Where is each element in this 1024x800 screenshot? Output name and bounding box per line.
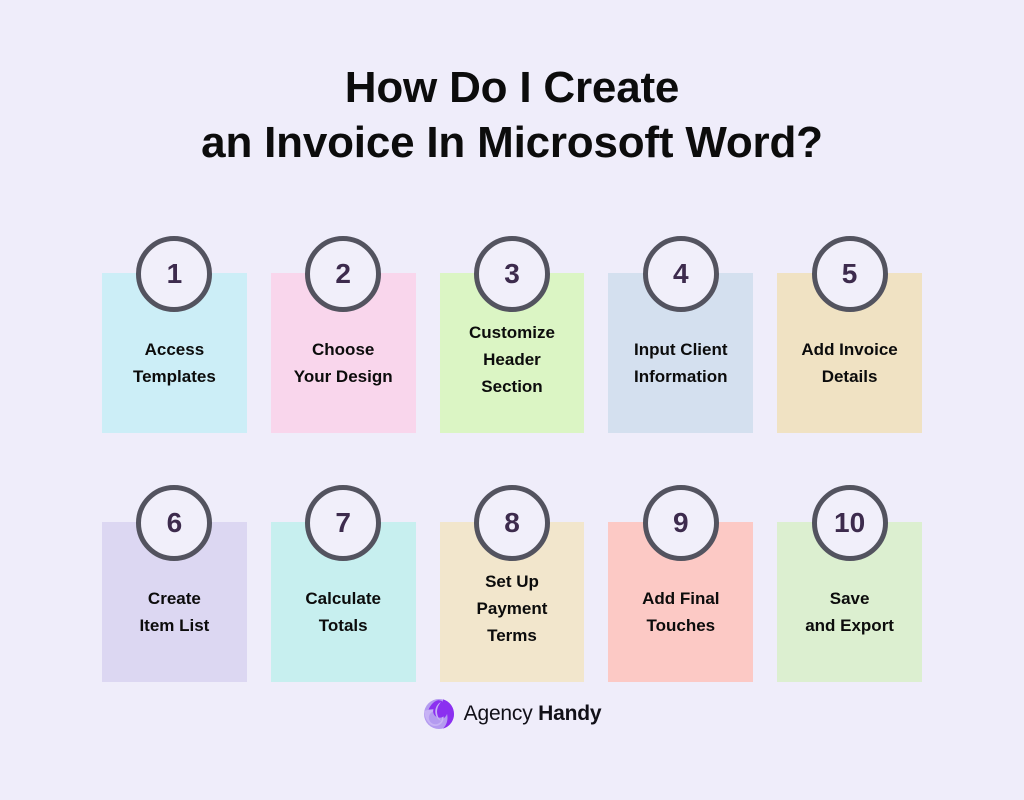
step-label-4: Input Client Information xyxy=(634,340,728,386)
steps-row-2: 6 Create Item List 7 Calculate Totals 8 … xyxy=(102,485,922,682)
step-label-9: Add Final Touches xyxy=(642,589,720,635)
step-label-6: Create Item List xyxy=(139,589,210,635)
step-number-6: 6 xyxy=(166,507,183,538)
step-number-2: 2 xyxy=(335,258,351,289)
step-card-7[interactable]: 7 Calculate Totals xyxy=(270,485,416,682)
step-number-1: 1 xyxy=(166,258,183,289)
step-label-5: Add Invoice Details xyxy=(801,340,898,386)
step-number-4: 4 xyxy=(672,258,689,289)
brand-name-bold: Handy xyxy=(538,702,602,725)
step-badge-3: 3 xyxy=(473,236,550,312)
steps-row-1: 1 Access Templates 2 Choose Your Design … xyxy=(102,236,922,433)
step-badge-8: 8 xyxy=(473,485,550,561)
step-number-10: 10 xyxy=(834,507,866,538)
step-badge-1: 1 xyxy=(136,236,213,312)
step-card-6[interactable]: 6 Create Item List xyxy=(102,485,247,682)
step-badge-6: 6 xyxy=(136,485,213,561)
page-title: How Do I Create an Invoice In Microsoft … xyxy=(0,60,1024,170)
step-card-5[interactable]: 5 Add Invoice Details xyxy=(777,236,922,433)
step-card-9[interactable]: 9 Add Final Touches xyxy=(608,485,754,682)
step-label-8: Set Up Payment Terms xyxy=(476,571,548,645)
step-card-3[interactable]: 3 Customize Header Section xyxy=(439,236,585,433)
step-badge-2: 2 xyxy=(305,236,382,312)
step-card-10[interactable]: 10 Save and Export xyxy=(777,485,922,682)
step-number-3: 3 xyxy=(504,258,520,289)
step-badge-4: 4 xyxy=(642,236,719,312)
page-title-line-1: How Do I Create xyxy=(344,63,680,112)
step-card-8[interactable]: 8 Set Up Payment Terms xyxy=(439,485,585,682)
footer-brand: Agency Handy xyxy=(0,698,1024,730)
step-card-1[interactable]: 1 Access Templates xyxy=(102,236,247,433)
step-badge-5: 5 xyxy=(811,236,888,312)
step-label-1: Access Templates xyxy=(132,340,216,386)
step-number-5: 5 xyxy=(841,258,858,289)
step-label-2: Choose Your Design xyxy=(293,340,393,386)
step-label-10: Save and Export xyxy=(805,589,894,635)
step-number-9: 9 xyxy=(672,507,689,538)
step-card-4[interactable]: 4 Input Client Information xyxy=(608,236,754,433)
page-title-line-2: an Invoice In Microsoft Word? xyxy=(201,118,823,167)
step-number-8: 8 xyxy=(504,507,520,538)
step-number-7: 7 xyxy=(335,507,351,538)
step-badge-10: 10 xyxy=(811,485,888,561)
steps-grid: 1 Access Templates 2 Choose Your Design … xyxy=(102,236,922,682)
step-label-7: Calculate Totals xyxy=(305,589,381,635)
agency-handy-swirl-icon xyxy=(423,698,455,730)
step-badge-9: 9 xyxy=(642,485,719,561)
step-label-3: Customize Header Section xyxy=(469,322,555,396)
brand-name: Agency Handy xyxy=(464,698,602,730)
step-card-2[interactable]: 2 Choose Your Design xyxy=(270,236,416,433)
brand-name-light: Agency xyxy=(463,702,533,725)
step-badge-7: 7 xyxy=(305,485,382,561)
